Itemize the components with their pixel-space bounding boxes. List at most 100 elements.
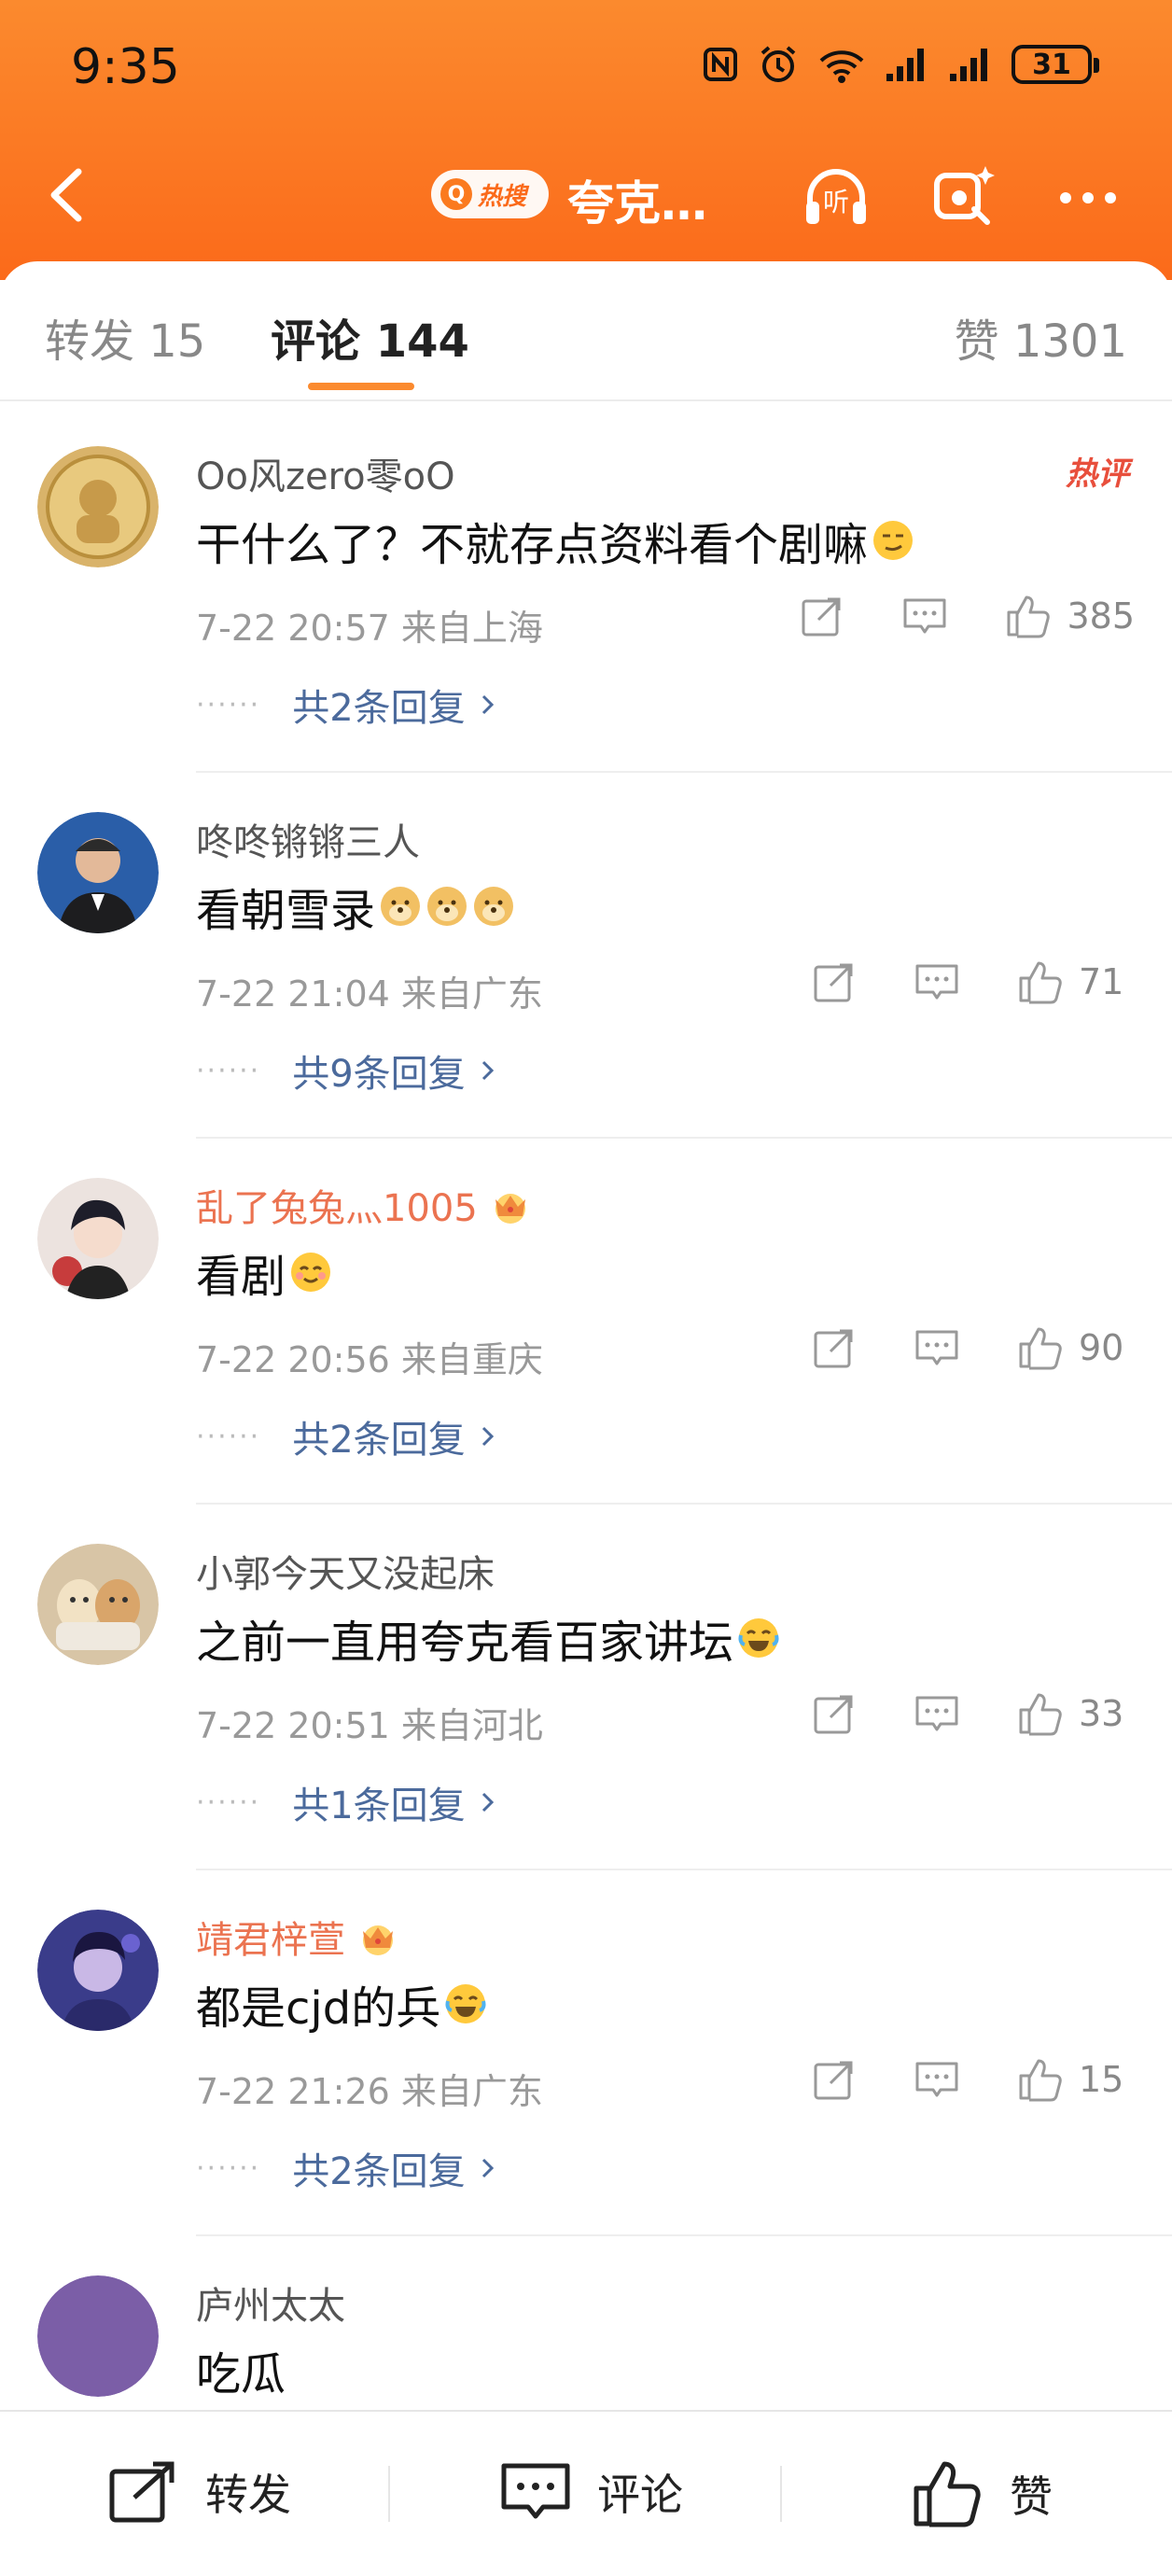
- like-count: 33: [1079, 1693, 1124, 1734]
- thumbs-up-icon[interactable]: [1015, 2055, 1064, 2104]
- avatar[interactable]: [37, 1910, 159, 2031]
- comment-actions: 15: [810, 2055, 1135, 2104]
- reply-comment-icon[interactable]: [913, 1323, 961, 1372]
- thumbs-up-icon[interactable]: [1015, 1323, 1064, 1372]
- doge-face-icon: [427, 887, 467, 926]
- status-bar: 9:35 31: [0, 0, 1172, 131]
- comment-text: 看朝雪录: [196, 874, 515, 939]
- share-icon[interactable]: [810, 1323, 858, 1372]
- reply-comment-icon[interactable]: [913, 1689, 961, 1738]
- replies-label[interactable]: 共2条回复: [292, 2141, 465, 2195]
- tab-likes[interactable]: 赞 1301: [955, 304, 1127, 370]
- comment-label[interactable]: 评论: [597, 2461, 683, 2523]
- username-text[interactable]: 庐州太太: [196, 2275, 345, 2330]
- comment-item: 咚咚锵锵三人 看朝雪录 7-22 21:04 来自广东 71 ······ 共9…: [0, 773, 1172, 1139]
- share-icon[interactable]: [810, 1689, 858, 1738]
- vip-crown-icon: [495, 1194, 525, 1224]
- reply-dots: ······: [196, 688, 261, 721]
- comment-meta: 7-22 21:26 来自广东: [196, 2071, 543, 2112]
- replies-label[interactable]: 共2条回复: [292, 678, 465, 732]
- reply-dots: ······: [196, 1420, 261, 1453]
- signal-icon: [886, 49, 924, 81]
- like-button[interactable]: 赞: [911, 2458, 1053, 2529]
- share-icon[interactable]: [798, 592, 846, 640]
- comment-text-content: 看朝雪录: [196, 885, 376, 937]
- status-time: 9:35: [71, 39, 180, 95]
- thumbs-up-icon[interactable]: [1015, 958, 1064, 1006]
- view-replies-link[interactable]: ······ 共2条回复: [196, 2141, 497, 2195]
- tab-comments[interactable]: 评论 144: [271, 304, 469, 370]
- comment-username[interactable]: 靖君梓萱: [196, 1910, 401, 1964]
- avatar[interactable]: [37, 446, 159, 567]
- reply-comment-icon[interactable]: [913, 958, 961, 1006]
- wifi-icon: [819, 50, 864, 83]
- reply-comment-icon[interactable]: [913, 2055, 961, 2104]
- status-icons: 31: [702, 41, 1099, 88]
- chevron-right-icon: [481, 1792, 494, 1813]
- active-tab-indicator: [308, 383, 414, 390]
- battery-indicator: 31: [1012, 45, 1099, 84]
- username-text[interactable]: 小郭今天又没起床: [196, 1544, 495, 1598]
- listen-headphones-icon[interactable]: 听: [799, 161, 873, 235]
- tab-reposts[interactable]: 转发 15: [45, 304, 205, 370]
- avatar[interactable]: [37, 1178, 159, 1299]
- comment-username[interactable]: 庐州太太: [196, 2275, 345, 2330]
- avatar[interactable]: [37, 1544, 159, 1665]
- comment-username[interactable]: Oo风zero零oO: [196, 446, 455, 500]
- comment-text-content: 看剧: [196, 1251, 286, 1303]
- like-count: 15: [1079, 2059, 1124, 2100]
- comment-meta: 7-22 20:57 来自上海: [196, 608, 543, 649]
- chevron-right-icon: [481, 1426, 494, 1447]
- replies-label[interactable]: 共2条回复: [292, 1409, 465, 1463]
- back-arrow-icon[interactable]: [37, 162, 103, 228]
- ai-search-icon[interactable]: [928, 161, 1002, 235]
- bottom-action-bar: 转发 评论 赞: [0, 2410, 1172, 2576]
- replies-label[interactable]: 共1条回复: [292, 1775, 465, 1829]
- comment-username[interactable]: 咚咚锵锵三人: [196, 812, 420, 866]
- view-replies-link[interactable]: ······ 共2条回复: [196, 1409, 497, 1463]
- comment-text: 之前一直用夸克看百家讲坛: [196, 1605, 780, 1671]
- username-text[interactable]: 乱了兔兔灬1005: [196, 1178, 478, 1232]
- thumbs-up-icon[interactable]: [1003, 592, 1052, 640]
- username-text[interactable]: Oo风zero零oO: [196, 446, 455, 500]
- repost-button[interactable]: 转发: [106, 2458, 291, 2526]
- view-replies-link[interactable]: ······ 共9条回复: [196, 1043, 497, 1098]
- tab-bar: 转发 15 评论 144 赞 1301: [0, 261, 1172, 401]
- avatar[interactable]: [37, 812, 159, 933]
- comment-username[interactable]: 乱了兔兔灬1005: [196, 1178, 534, 1232]
- share-icon[interactable]: [810, 958, 858, 1006]
- comment-meta: 7-22 20:56 来自重庆: [196, 1339, 543, 1380]
- comment-meta: 7-22 21:04 来自广东: [196, 973, 543, 1015]
- comment-item: Oo风zero零oO 热评 干什么了？不就存点资料看个剧嘛 7-22 20:57…: [0, 407, 1172, 773]
- alarm-icon: [760, 46, 796, 82]
- comment-icon: [501, 2463, 570, 2519]
- comment-actions: 71: [810, 958, 1135, 1006]
- chevron-right-icon: [481, 694, 494, 715]
- like-label[interactable]: 赞: [1010, 2463, 1053, 2525]
- divider: [780, 2466, 782, 2522]
- comment-item: 乱了兔兔灬1005 看剧 7-22 20:56 来自重庆 90 ······ 共…: [0, 1139, 1172, 1505]
- avatar[interactable]: [37, 2275, 159, 2397]
- view-replies-link[interactable]: ······ 共2条回复: [196, 678, 497, 732]
- more-options-icon[interactable]: [1051, 161, 1125, 235]
- hot-search-badge[interactable]: Q 热搜: [431, 170, 549, 218]
- signal-icon-2: [950, 49, 987, 81]
- username-text[interactable]: 靖君梓萱: [196, 1910, 345, 1964]
- comment-username[interactable]: 小郭今天又没起床: [196, 1544, 495, 1598]
- reply-comment-icon[interactable]: [900, 592, 949, 640]
- page-title[interactable]: 夸克…: [567, 166, 707, 233]
- comment-button[interactable]: 评论: [498, 2458, 683, 2526]
- nfc-icon: [704, 48, 737, 81]
- laugh-tears-face-icon: [738, 1618, 779, 1658]
- comment-text: 都是cjd的兵: [196, 1971, 487, 2037]
- share-icon[interactable]: [810, 2055, 858, 2104]
- doge-face-icon: [381, 887, 421, 926]
- view-replies-link[interactable]: ······ 共1条回复: [196, 1775, 497, 1829]
- thumbs-up-icon[interactable]: [1015, 1689, 1064, 1738]
- repost-label[interactable]: 转发: [205, 2461, 291, 2523]
- hot-search-label: 热搜: [478, 182, 527, 211]
- like-count: 90: [1079, 1327, 1124, 1368]
- replies-label[interactable]: 共9条回复: [292, 1043, 465, 1098]
- reply-dots: ······: [196, 2151, 261, 2185]
- username-text[interactable]: 咚咚锵锵三人: [196, 812, 420, 866]
